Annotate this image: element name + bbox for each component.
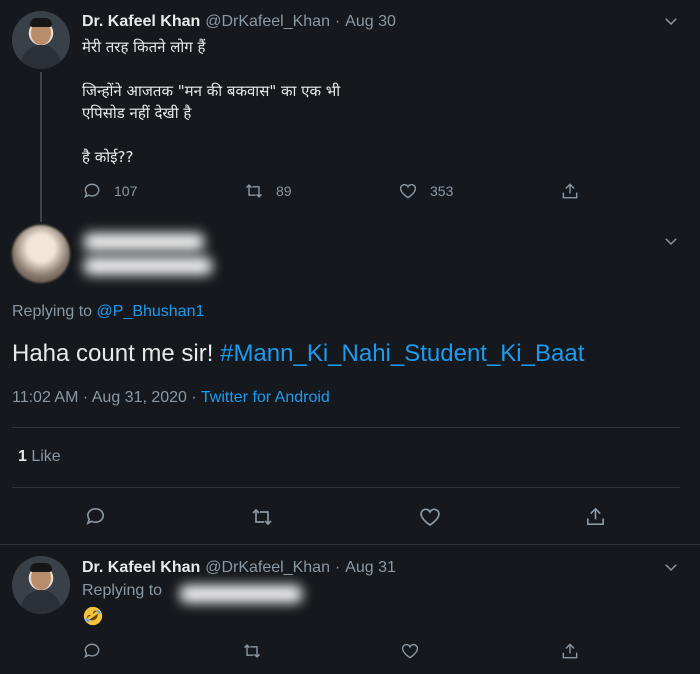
share-button[interactable] [560,641,580,661]
tweet-body: Haha count me sir! #Mann_Ki_Nahi_Student… [12,340,584,368]
tweet-time[interactable]: 11:02 AM · Aug 31, 2020 · [12,389,201,406]
replying-to: Replying to [82,582,162,600]
reply-icon [84,183,100,199]
redacted-name [84,233,204,251]
share-icon [562,183,578,199]
share-icon [587,507,604,525]
reply-button[interactable]: 107 [82,181,137,201]
tweet-source-link[interactable]: Twitter for Android [201,389,330,406]
retweet-button[interactable] [250,505,274,529]
chevron-down-icon[interactable] [662,12,680,30]
user-handle[interactable]: @DrKafeel_Khan [205,13,330,30]
redacted-handle [84,257,212,275]
tweet-actions [82,641,602,663]
reply-icon [84,643,100,659]
redacted-reply-handle [180,585,302,603]
replying-label: Replying to [12,303,93,320]
divider [12,487,680,488]
reply-button[interactable] [84,505,107,528]
tweet-dr-kafeel-aug30[interactable]: Dr. Kafeel Khan @DrKafeel_Khan · Aug 30 … [0,0,700,222]
share-icon [562,643,578,659]
retweet-icon [245,184,263,198]
focused-tweet-actions [84,505,624,527]
display-name[interactable]: Dr. Kafeel Khan [82,13,200,30]
like-number: 1 [18,448,27,465]
like-button[interactable]: 353 [398,181,453,201]
tweet-text: Haha count me sir! [12,340,221,367]
tweet-date[interactable]: Aug 30 [345,13,396,30]
tweet-text-line: जिन्होंने आजतक "मन की बकवास" का एक भी [82,82,341,100]
retweet-count: 89 [276,183,292,199]
reply-button[interactable] [82,641,102,661]
like-button[interactable] [400,641,420,661]
tweet-header: Dr. Kafeel Khan @DrKafeel_Khan · Aug 31 [82,558,396,577]
heart-icon [401,643,419,659]
hashtag-link[interactable]: #Mann_Ki_Nahi_Student_Ki_Baat [220,340,584,367]
like-button[interactable] [418,505,442,529]
rolling-on-floor-laughing-icon [83,606,103,626]
replying-label: Replying to [82,582,163,599]
avatar[interactable] [12,11,70,69]
divider [12,427,680,428]
retweet-button[interactable] [242,641,262,661]
retweet-icon [243,644,261,658]
dot-separator: · [334,559,341,576]
tweet-focused-reply [0,215,700,545]
heart-icon [399,183,417,199]
retweet-button[interactable]: 89 [244,181,292,201]
likes-summary[interactable]: 1 Like [18,448,61,466]
replying-handle-link[interactable]: @P_Bhushan1 [97,303,205,320]
heart-icon [420,508,440,527]
timeline: Dr. Kafeel Khan @DrKafeel_Khan · Aug 30 … [0,0,700,674]
tweet-timestamp: 11:02 AM · Aug 31, 2020 · Twitter for An… [12,389,330,407]
chevron-down-icon[interactable] [662,558,680,576]
thread-connector [40,72,42,222]
tweet-date[interactable]: Aug 31 [345,559,396,576]
chevron-down-icon[interactable] [662,232,680,250]
user-handle[interactable]: @DrKafeel_Khan [205,559,330,576]
tweet-header: Dr. Kafeel Khan @DrKafeel_Khan · Aug 30 [82,12,396,31]
replying-to: Replying to @P_Bhushan1 [12,303,204,321]
tweet-text-line: एपिसोड नहीं देखी है [82,104,192,122]
tweet-text-line: मेरी तरह कितने लोग हैं [82,38,206,56]
reply-icon [86,508,104,525]
share-button[interactable] [584,505,607,528]
retweet-icon [252,508,272,526]
avatar[interactable] [12,225,70,283]
share-button[interactable] [560,181,580,201]
tweet-actions: 107 89 353 [82,181,602,203]
like-count: 353 [430,183,454,199]
dot-separator: · [334,13,341,30]
reply-count: 107 [114,183,138,199]
display-name[interactable]: Dr. Kafeel Khan [82,559,200,576]
tweet-text-line: है कोई?? [82,148,134,166]
avatar[interactable] [12,556,70,614]
like-label: Like [26,448,61,465]
